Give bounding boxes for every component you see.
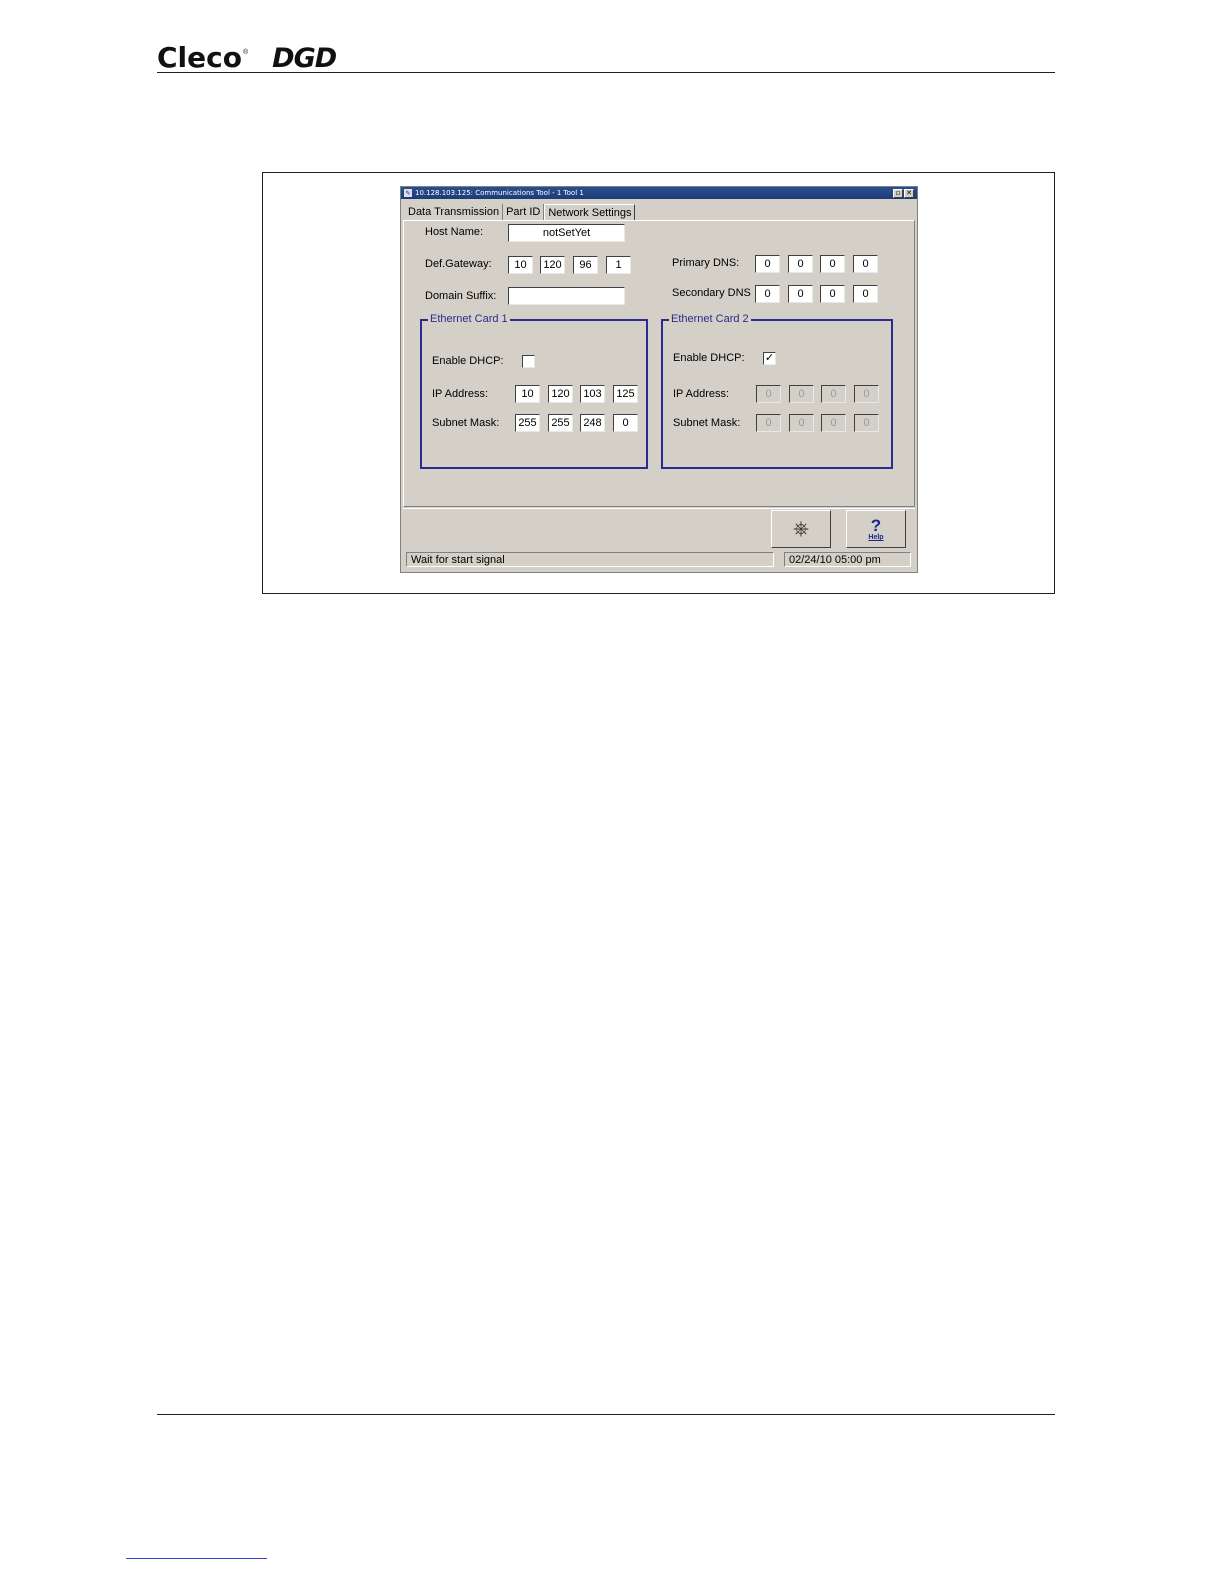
brand-logo-cleco: Cleco: [157, 41, 242, 74]
secondary-dns-octet-2[interactable]: 0: [788, 285, 813, 303]
status-datetime: 02/24/10 05:00 pm: [784, 552, 911, 567]
card1-mask-octet-1[interactable]: 255: [515, 414, 540, 432]
card2-ip-octet-1: 0: [756, 385, 781, 403]
secondary-dns-octet-3[interactable]: 0: [820, 285, 845, 303]
secondary-dns-octet-4[interactable]: 0: [853, 285, 878, 303]
brand-header: Cleco ® DGD: [157, 38, 337, 74]
def-gateway-label: Def.Gateway:: [425, 258, 492, 270]
primary-dns-label: Primary DNS:: [672, 257, 740, 269]
card1-mask-octet-2[interactable]: 255: [548, 414, 573, 432]
communications-window: ✎ 10.128.103.125: Communications Tool - …: [400, 186, 918, 573]
card2-mask-octet-4: 0: [854, 414, 879, 432]
app-icon: ✎: [404, 189, 412, 197]
def-gateway-octet-2[interactable]: 120: [540, 256, 565, 274]
card2-mask-octet-3: 0: [821, 414, 846, 432]
def-gateway-octet-1[interactable]: 10: [508, 256, 533, 274]
tab-part-id[interactable]: Part ID: [503, 204, 545, 221]
domain-suffix-input[interactable]: [508, 287, 625, 305]
host-name-input[interactable]: notSetYet: [508, 224, 625, 242]
card1-ip-octet-4[interactable]: 125: [613, 385, 638, 403]
secondary-dns-octet-1[interactable]: 0: [755, 285, 780, 303]
tab-data-transmission[interactable]: Data Transmission: [405, 204, 504, 221]
help-label: Help: [868, 534, 884, 541]
tab-network-settings[interactable]: Network Settings: [544, 204, 636, 221]
card1-enable-dhcp-checkbox[interactable]: [522, 355, 535, 368]
card2-mask-octet-1: 0: [756, 414, 781, 432]
card2-enable-dhcp-checkbox[interactable]: ✓: [763, 352, 776, 365]
network-settings-panel: Host Name: notSetYet Def.Gateway: 10 120…: [403, 220, 915, 507]
title-bar[interactable]: ✎ 10.128.103.125: Communications Tool - …: [401, 187, 917, 199]
host-name-label: Host Name:: [425, 226, 484, 238]
ethernet-card-2-title: Ethernet Card 2: [669, 313, 751, 325]
secondary-dns-label: Secondary DNS: [672, 287, 751, 299]
ethernet-card-1-group: Ethernet Card 1 Enable DHCP: IP Address:…: [420, 313, 648, 469]
card2-mask-octet-2: 0: [789, 414, 814, 432]
card2-subnet-mask-label: Subnet Mask:: [673, 417, 741, 429]
card1-ip-octet-1[interactable]: 10: [515, 385, 540, 403]
help-icon: ?: [870, 516, 882, 535]
card1-subnet-mask-label: Subnet Mask:: [432, 417, 500, 429]
card1-ip-octet-3[interactable]: 103: [580, 385, 605, 403]
card2-ip-octet-4: 0: [854, 385, 879, 403]
status-bar: Wait for start signal 02/24/10 05:00 pm: [403, 552, 915, 568]
bottom-toolbar: ⎈ ? Help: [403, 508, 915, 549]
card1-mask-octet-4[interactable]: 0: [613, 414, 638, 432]
card1-mask-octet-3[interactable]: 248: [580, 414, 605, 432]
primary-dns-octet-3[interactable]: 0: [820, 255, 845, 273]
figure-frame: ✎ 10.128.103.125: Communications Tool - …: [262, 172, 1055, 594]
status-message: Wait for start signal: [406, 552, 774, 567]
help-button[interactable]: ? Help: [846, 510, 906, 548]
card2-ip-octet-2: 0: [789, 385, 814, 403]
footer-divider: [157, 1414, 1055, 1415]
domain-suffix-label: Domain Suffix:: [425, 290, 497, 302]
primary-dns-octet-4[interactable]: 0: [853, 255, 878, 273]
card1-enable-dhcp-label: Enable DHCP:: [432, 355, 504, 367]
tab-strip: Data Transmission Part ID Network Settin…: [405, 204, 636, 221]
header-divider: [157, 72, 1055, 73]
close-button[interactable]: ✕: [904, 188, 914, 198]
card2-ip-octet-3: 0: [821, 385, 846, 403]
primary-dns-octet-1[interactable]: 0: [755, 255, 780, 273]
def-gateway-octet-3[interactable]: 96: [573, 256, 598, 274]
brand-logo-dgd: DGD: [272, 43, 337, 74]
card1-ip-address-label: IP Address:: [432, 388, 489, 400]
network-icon: ⎈: [793, 518, 809, 540]
card2-ip-address-label: IP Address:: [673, 388, 730, 400]
restore-button[interactable]: ▫: [893, 188, 903, 198]
window-title: 10.128.103.125: Communications Tool - 1 …: [415, 189, 584, 197]
primary-dns-octet-2[interactable]: 0: [788, 255, 813, 273]
card1-ip-octet-2[interactable]: 120: [548, 385, 573, 403]
def-gateway-octet-4[interactable]: 1: [606, 256, 631, 274]
ethernet-card-2-group: Ethernet Card 2 Enable DHCP: ✓ IP Addres…: [661, 313, 893, 469]
network-button[interactable]: ⎈: [771, 510, 831, 548]
footer-link-underline: [126, 1558, 267, 1559]
ethernet-card-1-title: Ethernet Card 1: [428, 313, 510, 325]
card2-enable-dhcp-label: Enable DHCP:: [673, 352, 745, 364]
registered-mark: ®: [242, 49, 249, 56]
